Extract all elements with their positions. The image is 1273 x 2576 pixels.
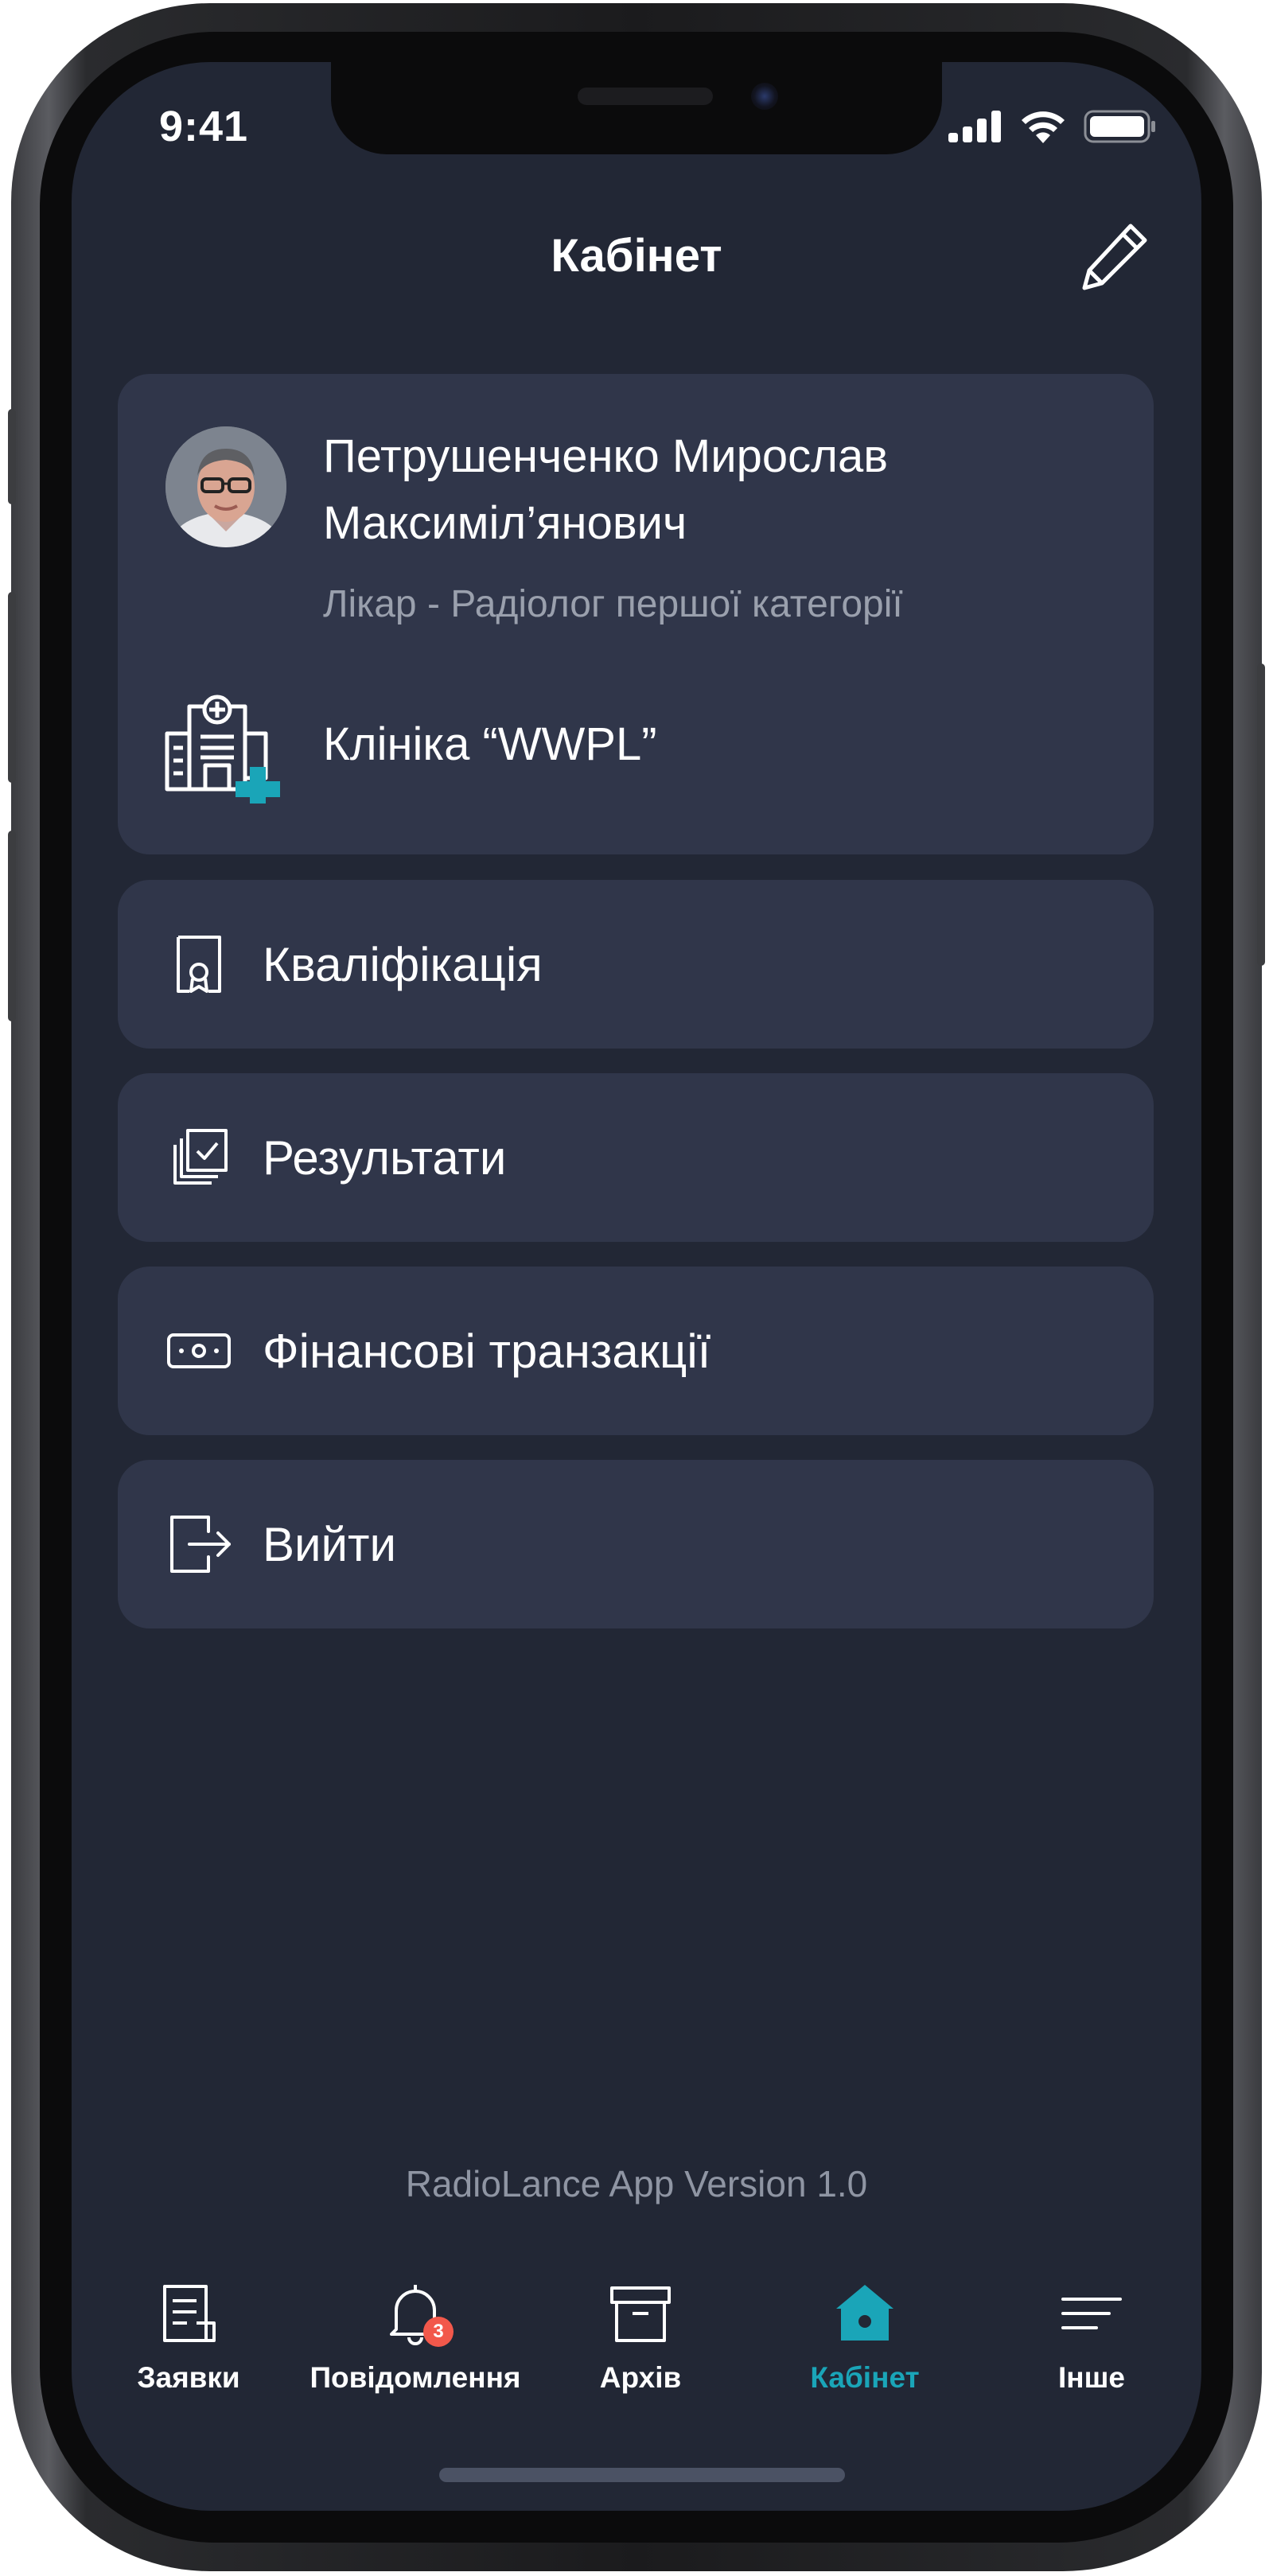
tab-label: Архів [599,2361,682,2394]
front-camera [751,83,778,110]
status-time: 9:41 [159,103,249,150]
document-icon [157,2282,220,2345]
edit-profile-button[interactable] [1078,221,1150,293]
home-indicator[interactable] [439,2468,845,2482]
hospital-icon [162,692,290,811]
signal-icon [948,111,1001,142]
menu-item-transactions[interactable]: Фінансові транзакції [118,1267,1154,1435]
app-version: RadioLance App Version 1.0 [405,2163,868,2204]
menu-label: Кваліфікація [263,938,543,991]
menu-item-qualification[interactable]: Кваліфікація [118,880,1154,1049]
wifi-icon [1022,111,1065,143]
status-icons [948,110,1157,143]
archive-icon [609,2282,672,2345]
tab-label: Інше [1057,2361,1126,2394]
battery-icon [1084,110,1155,143]
profile-role: Лікар - Радіолог першої категорії [323,583,903,625]
profile-name: Петрушенченко Мирослав Максиміл’янович [323,430,889,549]
certificate-icon [177,936,221,993]
speaker [578,88,713,105]
tab-bar: Заявки 3 Повідомлення Архів Кабінет Інше [72,2282,1201,2409]
menu-item-results[interactable]: Результати [118,1073,1154,1242]
avatar-photo [165,426,286,547]
menu-item-logout[interactable]: Вийти [118,1460,1154,1628]
menu-label: Фінансові транзакції [263,1325,711,1378]
bell-icon: 3 [383,2282,454,2347]
logout-icon [170,1516,231,1573]
power-button [1257,663,1265,966]
volume-up-button [8,592,16,783]
volume-down-button [8,831,16,1021]
menu-label: Результати [263,1131,507,1185]
checklist-icon [173,1129,228,1185]
app-screen: 9:41 Кабінет Петрушенченко Мирослав Макс… [72,62,1201,2511]
mute-switch [8,409,16,504]
money-icon [167,1333,231,1368]
tab-requests[interactable]: Заявки [77,2282,300,2395]
pencil-icon [1082,224,1147,290]
menu-icon [1060,2282,1123,2345]
menu-label: Вийти [263,1518,397,1571]
clinic-name: Клініка “WWPL” [323,718,657,770]
notification-badge: 3 [423,2317,454,2347]
tab-label: Заявки [137,2361,240,2394]
notch [331,62,942,154]
tab-cabinet[interactable]: Кабінет [753,2282,976,2395]
tab-label: Кабінет [810,2361,920,2394]
tab-label: Повідомлення [309,2361,521,2394]
avatar [165,426,286,547]
tab-archive[interactable]: Архів [529,2282,752,2395]
tab-other[interactable]: Інше [980,2282,1201,2395]
tab-notifications[interactable]: 3 Повідомлення [304,2282,527,2395]
profile-card[interactable]: Петрушенченко Мирослав Максиміл’янович Л… [118,374,1154,854]
page-title: Кабінет [551,230,722,282]
home-icon [833,2282,897,2345]
